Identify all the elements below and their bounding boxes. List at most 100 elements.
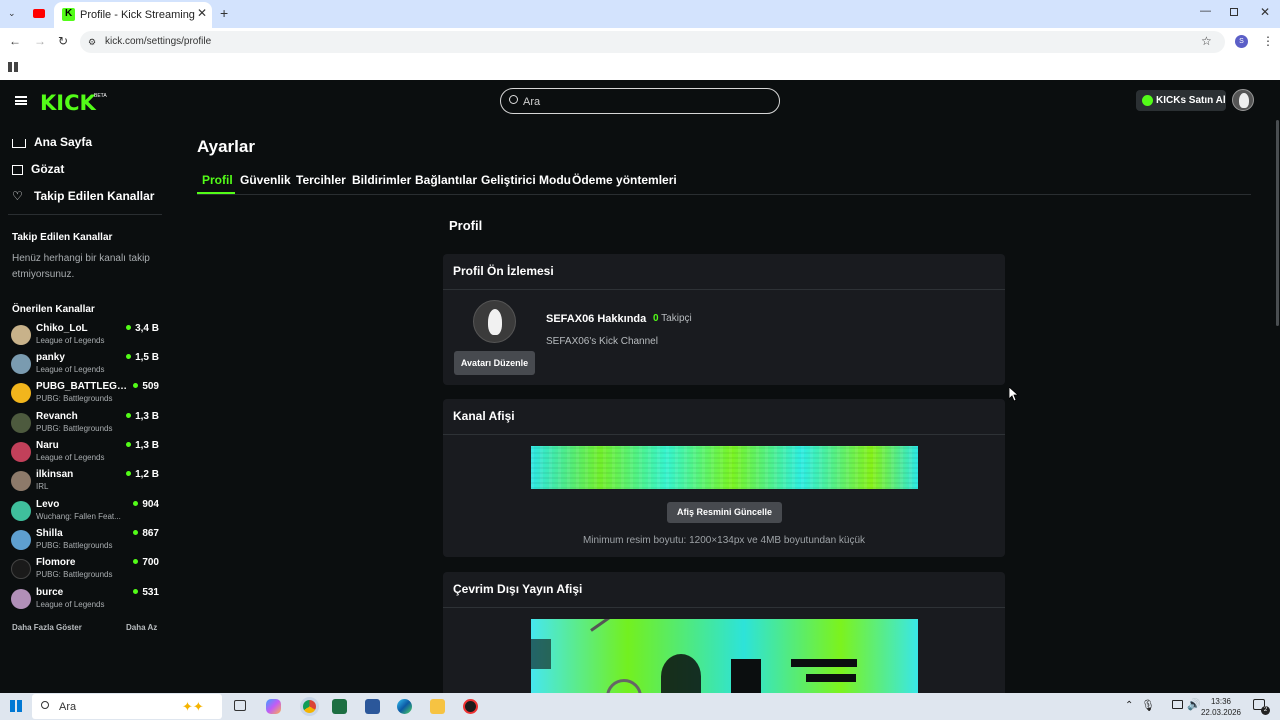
channel-item[interactable]: Shilla PUBG: Battlegrounds 867	[11, 528, 161, 555]
hamburger-menu-icon[interactable]	[15, 96, 27, 105]
minimize-button[interactable]: —	[1200, 5, 1211, 17]
followed-empty-text: Henüz herhangi bir kanalı takip etmiyors…	[12, 253, 150, 280]
viewer-count: 1,2 B	[126, 469, 159, 480]
tab-developer-mode[interactable]: Geliştirici Modu	[481, 173, 571, 187]
notification-badge: 2	[1261, 706, 1270, 715]
bookmark-star-icon[interactable]: ☆	[1201, 34, 1212, 48]
channel-item[interactable]: ilkinsan IRL 1,2 B	[11, 469, 161, 496]
address-bar-row: ← → ↻ ⚙ kick.com/settings/profile ☆ S ⋮	[0, 28, 1280, 56]
buy-kicks-button[interactable]: KICKs Satın Al	[1136, 90, 1226, 111]
viewer-count: 1,3 B	[126, 411, 159, 422]
viewer-count: 531	[133, 587, 159, 598]
clock[interactable]: 13:36 22.03.2026	[1200, 696, 1242, 718]
channel-game: League of Legends	[36, 365, 105, 374]
channel-name: Shilla	[36, 528, 63, 539]
restore-button[interactable]	[1230, 8, 1238, 16]
channel-name: ilkinsan	[36, 469, 74, 480]
site-info-icon[interactable]: ⚙	[88, 37, 96, 48]
sidebar-nav-following[interactable]: ♡ Takip Edilen Kanallar	[12, 189, 154, 203]
beta-badge: BETA	[94, 93, 107, 99]
apps-grid-icon[interactable]	[8, 62, 18, 72]
tab-security[interactable]: Güvenlik	[240, 173, 291, 187]
volume-icon[interactable]: 🔊	[1187, 698, 1201, 711]
tab-close-icon[interactable]: ✕	[197, 6, 207, 20]
update-banner-button[interactable]: Afiş Resmini Güncelle	[667, 502, 782, 523]
channel-name: Revanch	[36, 411, 78, 422]
network-icon[interactable]	[1172, 700, 1183, 709]
forward-icon[interactable]: →	[34, 34, 46, 48]
chrome-icon[interactable]	[300, 697, 319, 716]
viewer-count: 1,5 B	[126, 352, 159, 363]
channel-name: Levo	[36, 499, 60, 510]
channel-item[interactable]: Revanch PUBG: Battlegrounds 1,3 B	[11, 411, 161, 438]
show-more-link[interactable]: Daha Fazla Göster	[12, 623, 82, 632]
section-title: Profil	[449, 218, 483, 233]
edge-icon[interactable]	[397, 699, 412, 714]
buy-kicks-label: KICKs Satın Al	[1156, 95, 1226, 106]
tab-search-icon[interactable]: ⌄	[8, 8, 18, 18]
excel-icon[interactable]	[332, 699, 347, 714]
channel-game: League of Legends	[36, 600, 105, 609]
avatar	[11, 530, 31, 550]
edit-avatar-button[interactable]: Avatarı Düzenle	[454, 351, 535, 375]
channel-item[interactable]: Levo Wuchang: Fallen Feat... 904	[11, 499, 161, 526]
viewer-count: 867	[133, 528, 159, 539]
search-input[interactable]	[523, 94, 763, 109]
taskbar-search[interactable]: Ara ✦✦	[32, 694, 222, 719]
profile-avatar[interactable]: S	[1235, 35, 1248, 48]
sidebar-nav-browse[interactable]: Gözat	[12, 162, 64, 176]
user-avatar[interactable]	[1232, 89, 1254, 111]
avatar	[11, 501, 31, 521]
menu-dots-icon[interactable]: ⋮	[1262, 34, 1274, 48]
tab-notifications[interactable]: Bildirimler	[352, 173, 411, 187]
channel-item[interactable]: Flomore PUBG: Battlegrounds 700	[11, 557, 161, 584]
page-scrollbar-thumb[interactable]	[1276, 120, 1279, 326]
tab-profile[interactable]: Profil	[202, 173, 233, 187]
kick-logo[interactable]: KICK	[40, 91, 96, 115]
tray-chevron-icon[interactable]: ⌃	[1125, 700, 1133, 711]
task-view-icon[interactable]	[234, 700, 246, 711]
nav-label: Takip Edilen Kanallar	[34, 189, 155, 203]
channel-item[interactable]: Naru League of Legends 1,3 B	[11, 440, 161, 467]
sidebar-divider	[8, 214, 162, 215]
back-icon[interactable]: ←	[9, 34, 21, 48]
url-field[interactable]: ⚙ kick.com/settings/profile ☆	[80, 31, 1225, 53]
card-title: Kanal Afişi	[453, 409, 515, 423]
channel-item[interactable]: Chiko_LoL League of Legends 3,4 B	[11, 323, 161, 350]
channel-item[interactable]: PUBG_BATTLEGR... PUBG: Battlegrounds 509	[11, 381, 161, 408]
card-title: Profil Ön İzlemesi	[453, 264, 554, 278]
tab-preferences[interactable]: Tercihler	[296, 173, 346, 187]
microphone-icon[interactable]: 🎙	[1141, 699, 1155, 712]
kick-favicon	[62, 8, 75, 21]
file-explorer-icon[interactable]	[430, 699, 445, 714]
browser-tab-active[interactable]: Profile - Kick Streaming ✕	[54, 2, 212, 28]
sidebar-nav-home[interactable]: Ana Sayfa	[12, 135, 92, 149]
youtube-tab-icon[interactable]	[33, 9, 45, 18]
channel-item[interactable]: burce League of Legends 531	[11, 587, 161, 614]
search-box[interactable]	[500, 88, 780, 114]
channel-game: PUBG: Battlegrounds	[36, 541, 113, 550]
home-icon	[12, 139, 26, 148]
avatar	[11, 325, 31, 345]
channel-item[interactable]: panky League of Legends 1,5 B	[11, 352, 161, 379]
show-less-link[interactable]: Daha Az	[126, 623, 157, 632]
copilot-icon[interactable]	[266, 699, 281, 714]
url-text: kick.com/settings/profile	[105, 36, 212, 47]
window-close-button[interactable]: ✕	[1260, 5, 1270, 19]
banner-image	[531, 446, 918, 489]
channel-game: League of Legends	[36, 336, 105, 345]
tab-connections[interactable]: Bağlantılar	[415, 173, 477, 187]
channel-game: PUBG: Battlegrounds	[36, 570, 113, 579]
new-tab-button[interactable]: +	[220, 5, 228, 21]
tab-payment-methods[interactable]: Ödeme yöntemleri	[572, 173, 677, 187]
app-icon[interactable]	[463, 699, 478, 714]
nav-label: Gözat	[31, 162, 65, 176]
windows-start-icon[interactable]	[10, 700, 22, 712]
search-highlight-icon: ✦✦	[182, 699, 204, 714]
followed-channels-heading: Takip Edilen Kanallar	[12, 232, 113, 243]
reload-icon[interactable]: ↻	[58, 34, 68, 48]
word-icon[interactable]	[365, 699, 380, 714]
viewer-count: 3,4 B	[126, 323, 159, 334]
settings-tabs: Profil Güvenlik Tercihler Bildirimler Ba…	[197, 172, 1251, 195]
clock-date: 22.03.2026	[1200, 708, 1242, 717]
